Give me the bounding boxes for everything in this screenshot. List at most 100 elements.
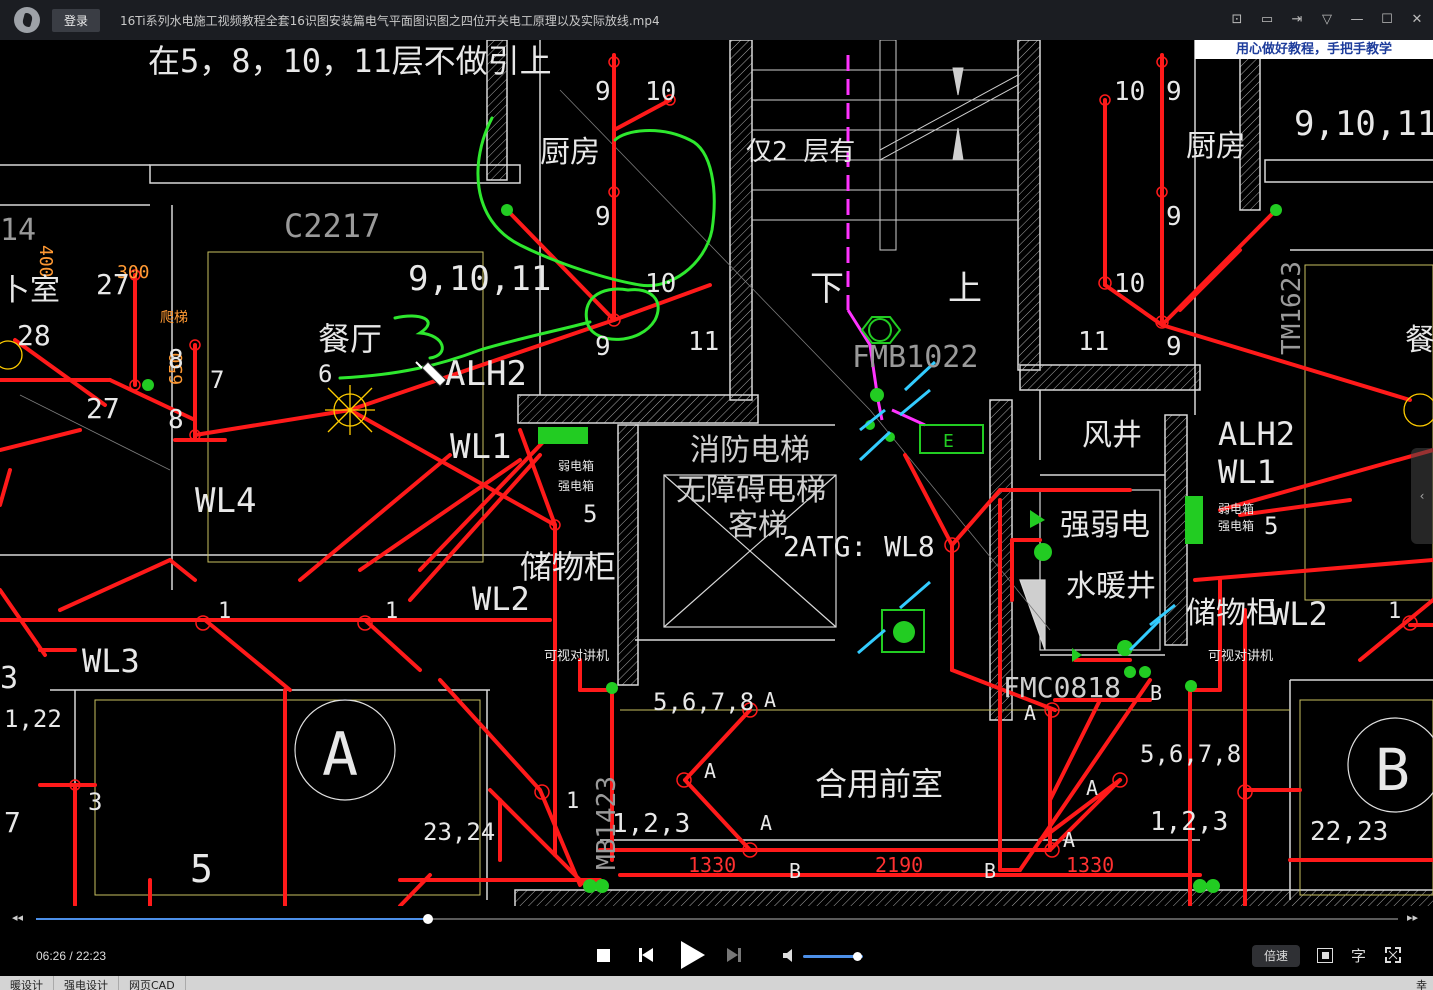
storage-right-label: 储物柜 (1186, 596, 1276, 631)
player-controls: ◂◂ ▸▸ 06:26 / 22:23 倍速 字 (0, 906, 1433, 976)
kitchen-left-label: 厨房 (540, 135, 600, 170)
dining-label: 餐厅 (318, 320, 382, 358)
taskbar-item-hvac[interactable]: 暖设计 (0, 976, 54, 990)
num-14: 14 (0, 213, 36, 248)
door-fmb1022-label: FMB1022 (852, 340, 978, 375)
floors-5678-left: 5,6,7,8 (653, 688, 754, 716)
intercom-right-label: 可视对讲机 (1208, 649, 1273, 664)
fire-elevator-label: 消防电梯 (690, 433, 810, 468)
grid-a-6: A (1063, 828, 1075, 852)
subtitle-button[interactable]: 字 (1351, 945, 1366, 966)
side-panel-toggle[interactable]: ‹ (1411, 448, 1433, 544)
accessible-elevator-label: 无障碍电梯 (676, 473, 826, 508)
num-9b: 9 (595, 202, 611, 232)
num-5b: 5 (1264, 512, 1278, 540)
num-27b: 27 (86, 392, 120, 425)
stair-up-label: 上 (948, 269, 982, 309)
pin-icon[interactable]: ⇥ (1289, 12, 1305, 28)
grid-a-4: A (1024, 701, 1036, 725)
grid-b-bubble-label: B (1375, 736, 1410, 804)
menu-dropdown-icon[interactable]: ▽ (1319, 12, 1335, 28)
taskbar-right-label: 幸 (1416, 979, 1427, 990)
num-10d: 10 (1114, 269, 1145, 299)
volume-icon[interactable] (783, 949, 797, 962)
window-c2217-label: C2217 (284, 207, 380, 245)
wl3-label: WL3 (82, 642, 140, 680)
num-10b: 10 (645, 269, 676, 299)
num-7b: 7 (4, 806, 21, 839)
num-1c: 1 (566, 789, 579, 814)
grid-a-2: A (704, 759, 716, 783)
stair-down-label: 下 (810, 269, 844, 309)
kitchen-right-label: 厨房 (1186, 129, 1246, 164)
speed-button[interactable]: 倍速 (1252, 945, 1300, 967)
weak-box-label: 弱电箱 (558, 458, 594, 473)
taskbar-item-webcad[interactable]: 网页CAD (119, 976, 186, 990)
floors-2324: 23,24 (423, 818, 495, 846)
floors-9-10-11-left: 9,10,11 (408, 259, 551, 299)
strong-box-label: 强电箱 (558, 478, 594, 493)
screenshot-icon[interactable]: ⊡ (1229, 12, 1245, 28)
num-8a: 8 (168, 345, 184, 375)
window-titlebar: 登录 16Ti系列水电施工视频教程全套16识图安装篇电气平面图识图之四位开关电工… (0, 0, 1433, 40)
ladder-label: 爬梯 (160, 310, 188, 326)
weak-box-right-label: 弱电箱 (1218, 501, 1254, 516)
window-controls: ⊡ ▭ ⇥ ▽ — ☐ ✕ (1229, 0, 1425, 40)
time-display: 06:26 / 22:23 (36, 949, 106, 963)
picture-in-picture-icon[interactable] (1317, 948, 1333, 963)
dining-right-label: 餐 (1405, 323, 1433, 358)
close-button[interactable]: ✕ (1409, 12, 1425, 28)
next-button[interactable] (726, 947, 742, 963)
video-frame[interactable]: 在5，8，10，11层不做引上 厨房 厨房 仅2 层有 餐厅 餐 储物柜 储物柜… (0, 40, 1433, 906)
minimize-button[interactable]: — (1349, 12, 1365, 28)
num-5c: 5 (190, 847, 213, 891)
num-1a: 1 (218, 599, 231, 624)
air-shaft-label: 风井 (1082, 418, 1142, 453)
volume-slider[interactable] (803, 952, 863, 961)
floors-2223: 22,23 (1310, 817, 1388, 847)
door-fmc0818-label: FMC0818 (1003, 671, 1121, 704)
app-logo-icon (14, 7, 40, 33)
cad-text: 在5，8，10，11层不做引上 厨房 厨房 仅2 层有 餐厅 餐 储物柜 储物柜… (0, 42, 1433, 906)
strong-box-right-label: 强电箱 (1218, 518, 1254, 533)
fullscreen-icon[interactable] (1385, 947, 1401, 963)
floors-5678-right: 5,6,7,8 (1140, 740, 1241, 768)
room-outlines (94, 251, 1433, 896)
door-tm1623-label: TM1623 (1277, 261, 1307, 355)
volume-handle[interactable] (852, 952, 862, 961)
num-10a: 10 (645, 77, 676, 107)
progress-handle[interactable] (423, 914, 434, 924)
play-button[interactable] (678, 940, 706, 970)
taskbar: 暖设计 强电设计 网页CAD 幸 (0, 976, 1433, 990)
rewind-icon[interactable]: ◂◂ (12, 911, 23, 924)
floors-2122: 1,22 (4, 705, 62, 733)
num-9d: 9 (1166, 77, 1182, 107)
num-8b: 8 (168, 405, 184, 435)
previous-button[interactable] (638, 947, 654, 963)
num-9f: 9 (1166, 332, 1182, 362)
wl2-right-label: WL2 (1270, 595, 1328, 633)
grid-b-3: B (1150, 681, 1162, 705)
login-button[interactable]: 登录 (52, 8, 101, 32)
num-6: 6 (318, 360, 332, 388)
wl1-right-label: WL1 (1218, 453, 1276, 491)
num-9c: 9 (595, 332, 611, 362)
num-9e: 9 (1166, 202, 1182, 232)
taskbar-item-electrical[interactable]: 强电设计 (54, 976, 119, 990)
progress-bar[interactable] (36, 914, 1398, 924)
stop-button[interactable] (597, 949, 610, 962)
folder-icon[interactable]: ▭ (1259, 12, 1275, 28)
watermark-banner: 用心做好教程，手把手教学 (1195, 40, 1433, 59)
cad-floor-plan: 在5，8，10，11层不做引上 厨房 厨房 仅2 层有 餐厅 餐 储物柜 储物柜… (0, 40, 1433, 906)
grid-b-2: B (984, 859, 996, 883)
time-current: 06:26 (36, 949, 67, 963)
dim-1330-left: 1330 (688, 853, 736, 877)
window-title: 16Ti系列水电施工视频教程全套16识图安装篇电气平面图识图之四位开关电工原理以… (120, 13, 660, 28)
num-3a: 3 (88, 788, 102, 816)
intercom-left-label: 可视对讲机 (544, 649, 609, 664)
time-total: 22:23 (76, 949, 107, 963)
num-28: 28 (17, 319, 51, 352)
dim-1330-right: 1330 (1066, 853, 1114, 877)
maximize-button[interactable]: ☐ (1379, 12, 1395, 28)
fast-forward-icon[interactable]: ▸▸ (1407, 911, 1418, 924)
